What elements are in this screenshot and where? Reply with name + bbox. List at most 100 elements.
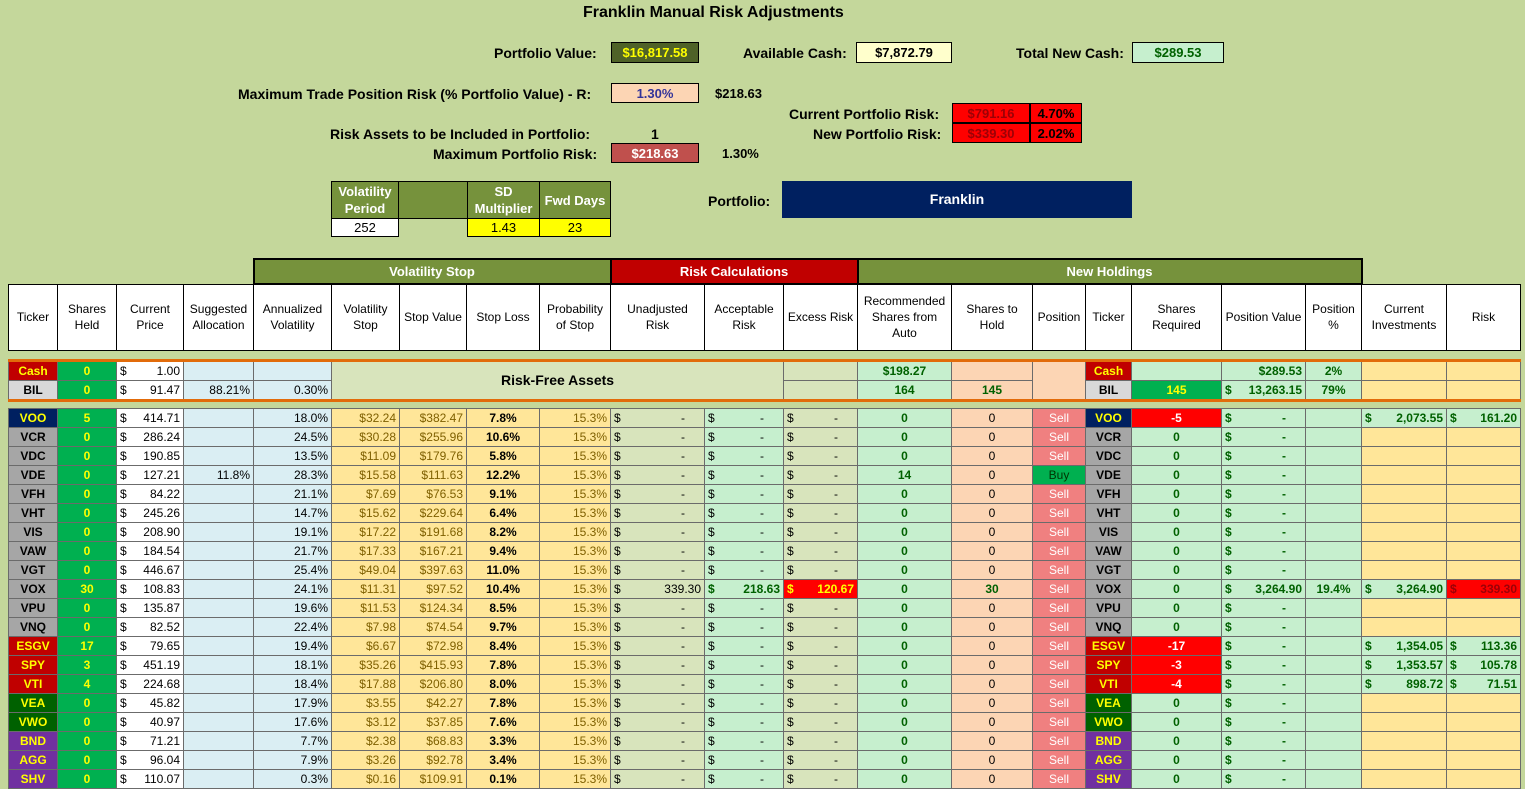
volatility-stop: $17.88 [331, 673, 400, 694]
dollar-sign: $ [708, 695, 715, 710]
position-value: $ - [1221, 407, 1306, 428]
cell-value: - [834, 505, 838, 520]
probability-of-stop: 15.3% [539, 578, 611, 599]
ticker-spy: SPY [8, 654, 58, 675]
unadjusted-risk: $ - [610, 445, 705, 466]
dollar-sign: $ [1225, 543, 1232, 558]
column-header: Recommended Shares from Auto [857, 283, 952, 351]
dollar-sign: $ [1365, 638, 1372, 653]
risk [1446, 521, 1521, 542]
annualized-volatility: 0.3% [253, 768, 332, 789]
volatility-stop: $32.24 [331, 407, 400, 428]
cell-value: - [681, 429, 685, 444]
current-price: $414.71 [116, 407, 184, 428]
table-row: SPY 3 $451.19 18.1% $35.26 $415.93 7.8% 15.3% $ -… [8, 654, 1521, 675]
recommended-shares: 0 [857, 521, 952, 542]
recommended-shares: 0 [857, 483, 952, 504]
cell-value: 135.87 [143, 600, 180, 615]
dollar-sign: $ [708, 429, 715, 444]
current-price: $91.47 [116, 379, 184, 401]
cell-value: 82.52 [149, 619, 180, 634]
dollar-sign: $ [708, 771, 715, 786]
current-risk-label: Current Portfolio Risk: [789, 106, 940, 122]
dollar-sign: $ [787, 619, 794, 634]
stop-value: $68.83 [399, 730, 467, 751]
ticker-shv: SHV [8, 768, 58, 789]
acceptable-risk: $ - [704, 635, 784, 656]
risk [1446, 379, 1521, 401]
probability-of-stop: 15.3% [539, 407, 611, 428]
position-value: $ - [1221, 540, 1306, 561]
stop-loss: 10.6% [466, 426, 540, 447]
excess-risk: $ - [783, 768, 858, 789]
sell-indicator: Sell [1032, 540, 1086, 561]
current-price: $224.68 [116, 673, 184, 694]
position-value: $ - [1221, 749, 1306, 770]
portfolio-selector[interactable]: Franklin [782, 181, 1132, 218]
sell-indicator: Sell [1032, 654, 1086, 675]
cell-value: 96.04 [149, 752, 180, 767]
risk: $71.51 [1446, 673, 1521, 694]
position-value: $289.53 [1221, 359, 1306, 381]
ticker-vpu: VPU [8, 597, 58, 618]
volatility-stop: $3.55 [331, 692, 400, 713]
excess-risk: $ - [783, 464, 858, 485]
suggested-allocation [183, 616, 254, 637]
cell-value: - [1282, 524, 1286, 539]
stop-loss: 7.8% [466, 654, 540, 675]
cell-value: 224.68 [143, 676, 180, 691]
cell-value: 79.65 [149, 638, 180, 653]
stop-value: $37.85 [399, 711, 467, 732]
cell-value: - [760, 752, 764, 767]
current-price: $79.65 [116, 635, 184, 656]
cell-value: - [681, 619, 685, 634]
volatility-parameters: Volatility Period SD Multiplier Fwd Days… [331, 181, 611, 237]
dollar-sign: $ [708, 581, 715, 596]
acceptable-risk: $218.63 [704, 578, 784, 599]
excess-risk: $ - [783, 654, 858, 675]
position-value: $ - [1221, 635, 1306, 656]
shares-held: 0 [57, 445, 117, 466]
available-cash-field[interactable]: $7,872.79 [856, 42, 952, 63]
probability-of-stop: 15.3% [539, 673, 611, 694]
max-trade-risk-pct-field[interactable]: 1.30% [611, 83, 699, 103]
shares-held: 0 [57, 521, 117, 542]
dollar-sign: $ [1225, 733, 1232, 748]
dollar-sign: $ [1225, 695, 1232, 710]
current-price: $108.83 [116, 578, 184, 599]
portfolio-value-field[interactable]: $16,817.58 [611, 42, 699, 63]
annualized-volatility: 19.6% [253, 597, 332, 618]
volatility-stop: $11.09 [331, 445, 400, 466]
cell-value: - [834, 771, 838, 786]
dollar-sign: $ [1225, 562, 1232, 577]
excess-risk: $ - [783, 540, 858, 561]
stop-value: $109.91 [399, 768, 467, 789]
dollar-sign: $ [708, 524, 715, 539]
shares-held: 17 [57, 635, 117, 656]
column-header: Position [1032, 283, 1086, 351]
current-investments [1361, 540, 1447, 561]
current-investments [1361, 692, 1447, 713]
shares-required: 0 [1131, 597, 1222, 618]
dollar-sign: $ [1225, 771, 1232, 786]
shares-to-hold: 0 [951, 426, 1033, 447]
ticker-vfh-new: VFH [1085, 483, 1132, 504]
shares-held: 0 [57, 379, 117, 401]
fwd-days-input[interactable]: 23 [539, 218, 611, 237]
stop-loss: 0.1% [466, 768, 540, 789]
dollar-sign: $ [1225, 429, 1232, 444]
dollar-sign: $ [120, 600, 127, 615]
total-new-cash-field[interactable]: $289.53 [1132, 42, 1224, 63]
stop-loss: 9.1% [466, 483, 540, 504]
cell-value: - [1282, 429, 1286, 444]
cell-value: - [834, 752, 838, 767]
cell-value: - [760, 505, 764, 520]
recommended-shares: 0 [857, 578, 952, 599]
volatility-period-input[interactable]: 252 [331, 218, 399, 237]
volatility-stop: $15.62 [331, 502, 400, 523]
shares-required: 0 [1131, 749, 1222, 770]
new-risk-label: New Portfolio Risk: [813, 126, 942, 142]
current-investments [1361, 445, 1447, 466]
sd-multiplier-input[interactable]: 1.43 [467, 218, 540, 237]
probability-of-stop: 15.3% [539, 768, 611, 789]
